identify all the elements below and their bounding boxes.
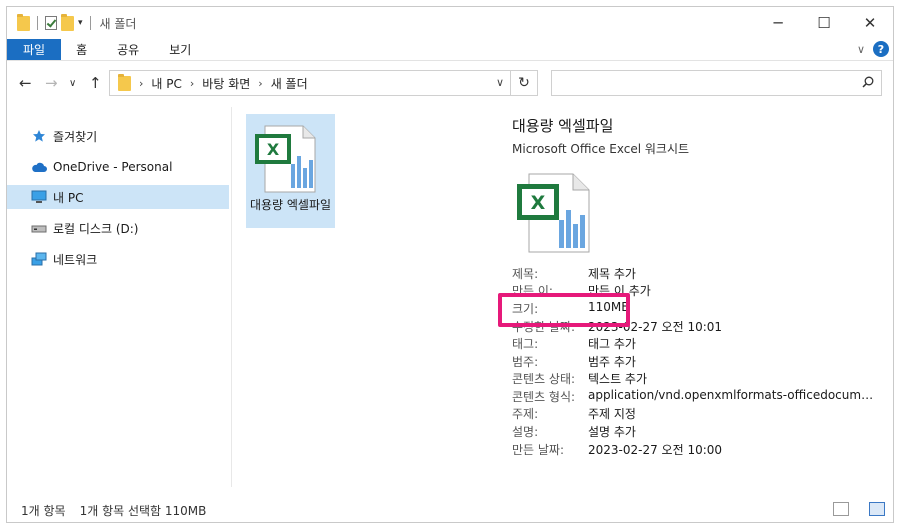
property-value[interactable]: 텍스트 추가 bbox=[588, 370, 647, 387]
breadcrumb-new-folder[interactable]: 새 폴더 bbox=[271, 75, 308, 92]
sidebar-item-local-disk[interactable]: 로컬 디스크 (D:) bbox=[7, 216, 229, 240]
preview-file-name: 대용량 엑셀파일 bbox=[512, 117, 614, 135]
recent-locations-icon[interactable]: ∨ bbox=[69, 78, 76, 89]
tab-home[interactable]: 홈 bbox=[61, 39, 102, 60]
star-icon bbox=[31, 128, 47, 144]
svg-text:X: X bbox=[531, 192, 546, 214]
property-value[interactable]: 태그 추가 bbox=[588, 335, 636, 352]
preview-file-type: Microsoft Office Excel 워크시트 bbox=[512, 142, 690, 156]
large-icons-view-icon[interactable] bbox=[869, 502, 885, 516]
property-title: 제목: 제목 추가 bbox=[512, 265, 882, 282]
selection-info: 1개 항목 선택함 110MB bbox=[79, 503, 207, 518]
preview-excel-icon: X bbox=[513, 170, 593, 257]
property-key: 범주: bbox=[512, 355, 539, 369]
properties-icon[interactable] bbox=[45, 16, 57, 30]
excel-file-icon: X bbox=[255, 125, 316, 193]
window-controls: ─ ☐ ✕ bbox=[755, 7, 893, 39]
property-key: 만든 날짜: bbox=[512, 443, 565, 457]
property-subject: 주제: 주제 지정 bbox=[512, 405, 882, 422]
search-input[interactable] bbox=[551, 70, 882, 96]
sidebar-item-this-pc[interactable]: 내 PC bbox=[7, 185, 229, 209]
explorer-window: ▾ 새 폴더 ─ ☐ ✕ 파일 홈 공유 보기 ∨ ? ← → ∨ ↑ › 내 … bbox=[6, 6, 894, 523]
sidebar-item-label: 즐겨찾기 bbox=[53, 129, 98, 144]
property-category: 범주: 범주 추가 bbox=[512, 353, 882, 370]
property-value: 2023-02-27 오전 10:00 bbox=[588, 443, 723, 457]
forward-arrow-icon[interactable]: → bbox=[45, 74, 58, 92]
breadcrumb-desktop[interactable]: 바탕 화면 bbox=[202, 75, 250, 92]
quick-access-toolbar: ▾ bbox=[17, 13, 94, 31]
svg-text:X: X bbox=[267, 140, 280, 159]
item-count: 1개 항목 bbox=[21, 503, 66, 518]
property-key: 콘텐츠 상태: bbox=[512, 372, 576, 386]
sidebar-item-onedrive[interactable]: OneDrive - Personal bbox=[7, 155, 229, 179]
window-title: 새 폴더 bbox=[99, 16, 137, 31]
status-bar: 1개 항목 1개 항목 선택함 110MB bbox=[7, 497, 893, 523]
sidebar-item-favorites[interactable]: 즐겨찾기 bbox=[7, 124, 229, 148]
property-value: application/vnd.openxmlformats-officedoc… bbox=[588, 388, 878, 402]
property-key: 제목: bbox=[512, 267, 539, 281]
property-content-type: 콘텐츠 형식: application/vnd.openxmlformats-o… bbox=[512, 388, 882, 405]
back-arrow-icon[interactable]: ← bbox=[19, 74, 32, 92]
property-key: 설명: bbox=[512, 425, 539, 439]
breadcrumb-separator: › bbox=[258, 76, 263, 90]
refresh-button[interactable]: ↻ bbox=[511, 70, 538, 96]
title-bar: ▾ 새 폴더 ─ ☐ ✕ bbox=[7, 7, 893, 39]
divider bbox=[37, 16, 38, 30]
address-dropdown-icon[interactable]: ∨ bbox=[496, 76, 504, 89]
expand-ribbon-icon[interactable]: ∨ bbox=[857, 43, 865, 56]
property-content-status: 콘텐츠 상태: 텍스트 추가 bbox=[512, 370, 882, 387]
property-key: 주제: bbox=[512, 407, 539, 421]
help-icon[interactable]: ? bbox=[873, 41, 889, 57]
refresh-icon: ↻ bbox=[518, 75, 530, 91]
cloud-icon bbox=[31, 159, 47, 175]
details-view-icon[interactable] bbox=[833, 502, 849, 516]
file-item[interactable]: X 대용량 엑셀파일 bbox=[246, 114, 335, 228]
property-key: 콘텐츠 형식: bbox=[512, 390, 576, 404]
close-button[interactable]: ✕ bbox=[847, 7, 893, 39]
customize-toolbar-icon[interactable]: ▾ bbox=[78, 18, 83, 28]
up-arrow-icon[interactable]: ↑ bbox=[89, 74, 102, 92]
breadcrumb-this-pc[interactable]: 내 PC bbox=[151, 75, 181, 92]
file-name: 대용량 엑셀파일 bbox=[249, 198, 332, 212]
drive-icon bbox=[31, 220, 47, 236]
breadcrumb-separator: › bbox=[189, 76, 195, 90]
folder-icon bbox=[17, 13, 30, 31]
property-value[interactable]: 주제 지정 bbox=[588, 405, 636, 422]
sidebar-item-label: 내 PC bbox=[53, 190, 84, 205]
address-bar[interactable]: › 내 PC › 바탕 화면 › 새 폴더 ∨ bbox=[109, 70, 511, 96]
tab-file[interactable]: 파일 bbox=[7, 39, 62, 60]
network-icon bbox=[31, 251, 47, 267]
tab-share[interactable]: 공유 bbox=[102, 39, 154, 60]
sidebar-item-label: 로컬 디스크 (D:) bbox=[53, 221, 139, 236]
sidebar-item-label: OneDrive - Personal bbox=[53, 160, 173, 174]
property-key: 태그: bbox=[512, 337, 539, 351]
new-folder-icon[interactable] bbox=[61, 13, 74, 31]
property-value[interactable]: 범주 추가 bbox=[588, 353, 636, 370]
divider bbox=[89, 16, 91, 30]
property-value[interactable]: 설명 추가 bbox=[588, 423, 636, 440]
breadcrumb-separator: › bbox=[139, 76, 144, 90]
search-icon bbox=[862, 76, 874, 88]
ribbon-tabs: 파일 홈 공유 보기 ∨ ? bbox=[7, 39, 893, 61]
property-description: 설명: 설명 추가 bbox=[512, 423, 882, 440]
property-tags: 태그: 태그 추가 bbox=[512, 335, 882, 352]
sidebar-item-label: 네트워크 bbox=[53, 252, 98, 267]
address-row: ← → ∨ ↑ › 내 PC › 바탕 화면 › 새 폴더 ∨ ↻ bbox=[7, 67, 893, 99]
property-created: 만든 날짜: 2023-02-27 오전 10:00 bbox=[512, 441, 882, 458]
size-highlight-box bbox=[498, 293, 630, 327]
property-value[interactable]: 제목 추가 bbox=[588, 265, 636, 282]
sidebar-item-network[interactable]: 네트워크 bbox=[7, 247, 229, 271]
tab-view[interactable]: 보기 bbox=[154, 39, 206, 60]
view-buttons bbox=[819, 502, 885, 516]
folder-icon bbox=[118, 73, 131, 91]
minimize-button[interactable]: ─ bbox=[755, 7, 801, 39]
navigation-pane: 즐겨찾기 OneDrive - Personal 내 PC 로컬 디스크 (D:… bbox=[7, 107, 232, 487]
ribbon-right: ∨ ? bbox=[857, 41, 889, 57]
computer-icon bbox=[31, 189, 47, 205]
maximize-button[interactable]: ☐ bbox=[801, 7, 847, 39]
